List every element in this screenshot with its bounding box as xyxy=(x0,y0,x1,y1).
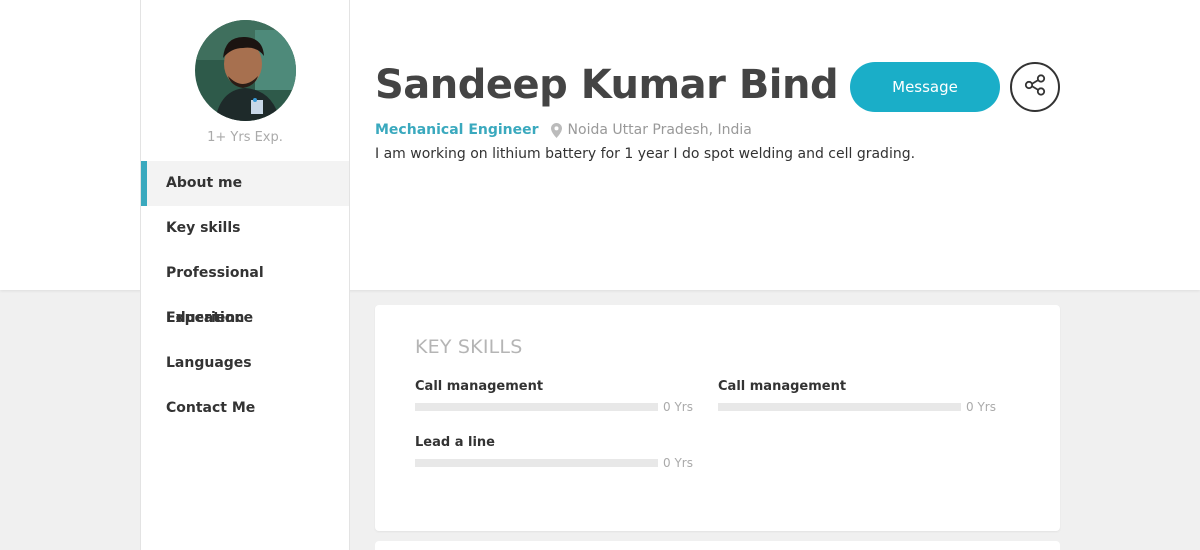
key-skills-card: KEY SKILLS Call management 0 Yrs Call ma… xyxy=(375,305,1060,531)
sidebar-nav: About me Key skills Professional Experie… xyxy=(141,161,349,431)
skill-progress-bar xyxy=(718,403,961,411)
sidebar: 1+ Yrs Exp. About me Key skills Professi… xyxy=(140,0,350,550)
location-text: Noida Uttar Pradesh, India xyxy=(567,122,752,138)
skill-item: Call management 0 Yrs xyxy=(415,379,695,414)
share-button[interactable] xyxy=(1010,62,1060,112)
sidebar-item-key-skills[interactable]: Key skills xyxy=(141,206,349,251)
profile-bio: I am working on lithium battery for 1 ye… xyxy=(375,146,916,162)
key-skills-title: KEY SKILLS xyxy=(415,336,523,358)
skill-name: Lead a line xyxy=(415,435,495,450)
sidebar-item-professional-experience[interactable]: Professional Experience xyxy=(141,251,349,326)
avatar-photo xyxy=(195,20,296,121)
profile-subline: Mechanical Engineer Noida Uttar Pradesh,… xyxy=(375,120,752,140)
share-icon xyxy=(1023,73,1047,101)
sidebar-item-contact-me[interactable]: Contact Me xyxy=(141,386,349,431)
sidebar-item-about-me[interactable]: About me xyxy=(141,161,349,206)
experience-label: 1+ Yrs Exp. xyxy=(207,130,283,145)
location-pin-icon xyxy=(550,122,562,138)
skill-item: Lead a line 0 Yrs xyxy=(415,435,695,470)
skill-progress-bar xyxy=(415,403,658,411)
message-button[interactable]: Message xyxy=(850,62,1000,112)
skill-item: Call management 0 Yrs xyxy=(718,379,998,414)
next-section-card xyxy=(375,541,1060,550)
skill-progress-bar xyxy=(415,459,658,467)
sidebar-item-languages[interactable]: Languages xyxy=(141,341,349,386)
job-title: Mechanical Engineer xyxy=(375,122,539,138)
skill-name: Call management xyxy=(718,379,847,394)
sidebar-item-education[interactable]: Education xyxy=(141,296,349,341)
skill-name: Call management xyxy=(415,379,544,394)
skill-years: 0 Yrs xyxy=(966,400,996,414)
avatar xyxy=(195,20,296,121)
skill-years: 0 Yrs xyxy=(663,400,693,414)
profile-name: Sandeep Kumar Bind xyxy=(375,62,839,108)
skill-years: 0 Yrs xyxy=(663,456,693,470)
